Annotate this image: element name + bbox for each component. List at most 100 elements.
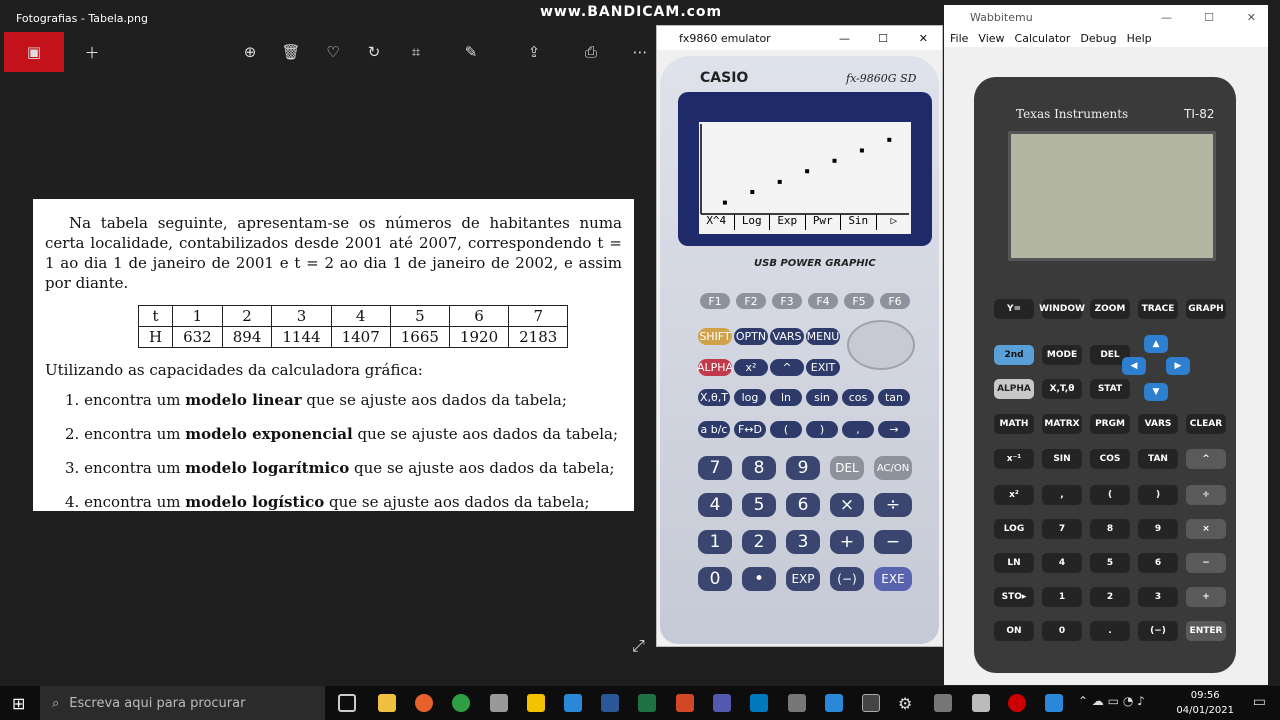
- replay-dpad[interactable]: [847, 320, 915, 370]
- key-f3[interactable]: F3: [772, 293, 802, 309]
- trello-icon[interactable]: [750, 694, 768, 712]
- ti-key-8[interactable]: 8: [1090, 519, 1130, 539]
- ti-key-prgm[interactable]: PRGM: [1090, 414, 1130, 434]
- ti-key-sin[interactable]: SIN: [1042, 449, 1082, 469]
- chrome-icon[interactable]: [452, 694, 470, 712]
- windows-start-icon[interactable]: ⊞: [12, 694, 25, 713]
- key-exp[interactable]: EXP: [786, 567, 820, 591]
- key-shift[interactable]: SHIFT: [698, 328, 732, 345]
- file-explorer-icon[interactable]: [378, 694, 396, 712]
- app-icon[interactable]: [490, 694, 508, 712]
- ti-key-y-[interactable]: Y=: [994, 299, 1034, 319]
- powerpoint-icon[interactable]: [676, 694, 694, 712]
- print-icon[interactable]: ⎙: [573, 32, 609, 72]
- key-5[interactable]: 5: [742, 493, 776, 517]
- key-tan[interactable]: tan: [878, 389, 910, 406]
- menu-exp[interactable]: Exp: [770, 214, 806, 230]
- close-icon[interactable]: ✕: [1247, 11, 1256, 24]
- key-acon[interactable]: AC/ON: [874, 456, 912, 480]
- more-icon[interactable]: ⋯: [622, 32, 658, 72]
- photos-icon[interactable]: [1045, 694, 1063, 712]
- ti-key-clear[interactable]: CLEAR: [1186, 414, 1226, 434]
- arrow-left-icon[interactable]: ◀: [1122, 357, 1146, 375]
- ti-key-1[interactable]: 1: [1042, 587, 1082, 607]
- wabbitemu-icon[interactable]: [972, 694, 990, 712]
- ti-key--[interactable]: ): [1138, 485, 1178, 505]
- key-negative[interactable]: (−): [830, 567, 864, 591]
- ti-key-tan[interactable]: TAN: [1138, 449, 1178, 469]
- menu-calculator[interactable]: Calculator: [1015, 32, 1071, 45]
- calculator-icon[interactable]: [934, 694, 952, 712]
- ti-key-log[interactable]: LOG: [994, 519, 1034, 539]
- key-8[interactable]: 8: [742, 456, 776, 480]
- app-icon[interactable]: [825, 694, 843, 712]
- key-9[interactable]: 9: [786, 456, 820, 480]
- key-menu[interactable]: MENU: [806, 328, 840, 345]
- key-1[interactable]: 1: [698, 530, 732, 554]
- delete-icon[interactable]: 🗑: [273, 32, 309, 72]
- ti-key-window[interactable]: WINDOW: [1039, 299, 1085, 319]
- ti-key-5[interactable]: 5: [1090, 553, 1130, 573]
- settings-icon[interactable]: ⚙: [898, 694, 916, 713]
- key-square[interactable]: x²: [734, 359, 768, 376]
- key-ln[interactable]: ln: [770, 389, 802, 406]
- crop-icon[interactable]: ⌗: [398, 32, 434, 72]
- ti-key-matrx[interactable]: MATRX: [1042, 414, 1082, 434]
- key-vars[interactable]: VARS: [770, 328, 804, 345]
- key-f6[interactable]: F6: [880, 293, 910, 309]
- key-3[interactable]: 3: [786, 530, 820, 554]
- zoom-icon[interactable]: ⊕: [232, 32, 268, 72]
- menu-pwr[interactable]: Pwr: [806, 214, 841, 230]
- tray-icons[interactable]: ⌃ ☁ ▭ ◔ ♪: [1078, 694, 1145, 708]
- add-icon[interactable]: ＋: [74, 32, 110, 72]
- sticky-notes-icon[interactable]: [527, 694, 545, 712]
- key-lparen[interactable]: (: [770, 421, 802, 438]
- key-exit[interactable]: EXIT: [806, 359, 840, 376]
- key-fraction[interactable]: a b/c: [698, 421, 730, 438]
- ti-key-cos[interactable]: COS: [1090, 449, 1130, 469]
- key-2[interactable]: 2: [742, 530, 776, 554]
- key-minus[interactable]: −: [874, 530, 912, 554]
- ti-key-math[interactable]: MATH: [994, 414, 1034, 434]
- key-xthetat[interactable]: X,θ,T: [698, 389, 730, 406]
- firefox-icon[interactable]: [415, 694, 433, 712]
- key-f4[interactable]: F4: [808, 293, 838, 309]
- ti-key--[interactable]: ^: [1186, 449, 1226, 469]
- ti-key-alpha[interactable]: ALPHA: [994, 379, 1034, 399]
- menu-view[interactable]: View: [978, 32, 1004, 45]
- ti-key--[interactable]: .: [1090, 621, 1130, 641]
- ti-key-9[interactable]: 9: [1138, 519, 1178, 539]
- key-plus[interactable]: +: [830, 530, 864, 554]
- app-icon[interactable]: [788, 694, 806, 712]
- teams-icon[interactable]: [713, 694, 731, 712]
- ti-key-6[interactable]: 6: [1138, 553, 1178, 573]
- maximize-icon[interactable]: ☐: [878, 32, 888, 45]
- ti-key-x-[interactable]: x⁻¹: [994, 449, 1034, 469]
- key-7[interactable]: 7: [698, 456, 732, 480]
- menu-debug[interactable]: Debug: [1080, 32, 1116, 45]
- excel-icon[interactable]: [638, 694, 656, 712]
- key-cos[interactable]: cos: [842, 389, 874, 406]
- ti-key--[interactable]: ÷: [1186, 485, 1226, 505]
- ti-key-4[interactable]: 4: [1042, 553, 1082, 573]
- fullscreen-icon[interactable]: ⤢: [632, 636, 645, 656]
- task-view-icon[interactable]: [338, 694, 356, 712]
- maximize-icon[interactable]: ☐: [1204, 11, 1214, 24]
- menu-xpow4[interactable]: X^4: [699, 214, 735, 230]
- ti-key-on[interactable]: ON: [994, 621, 1034, 641]
- edit-icon[interactable]: ✎: [453, 32, 489, 72]
- ti-key-0[interactable]: 0: [1042, 621, 1082, 641]
- key-6[interactable]: 6: [786, 493, 820, 517]
- ti-key--[interactable]: ,: [1042, 485, 1082, 505]
- key-f5[interactable]: F5: [844, 293, 874, 309]
- ti-key-trace[interactable]: TRACE: [1138, 299, 1178, 319]
- thumbnail-button[interactable]: ▣: [4, 32, 64, 72]
- app-icon[interactable]: [564, 694, 582, 712]
- ti-key-sto-[interactable]: STO▸: [994, 587, 1034, 607]
- ti-key--[interactable]: (: [1090, 485, 1130, 505]
- menu-help[interactable]: Help: [1127, 32, 1152, 45]
- ti-key-3[interactable]: 3: [1138, 587, 1178, 607]
- ti-key-x-t-[interactable]: X,T,θ: [1042, 379, 1082, 399]
- favorite-icon[interactable]: ♡: [315, 32, 351, 72]
- minimize-icon[interactable]: —: [839, 32, 850, 45]
